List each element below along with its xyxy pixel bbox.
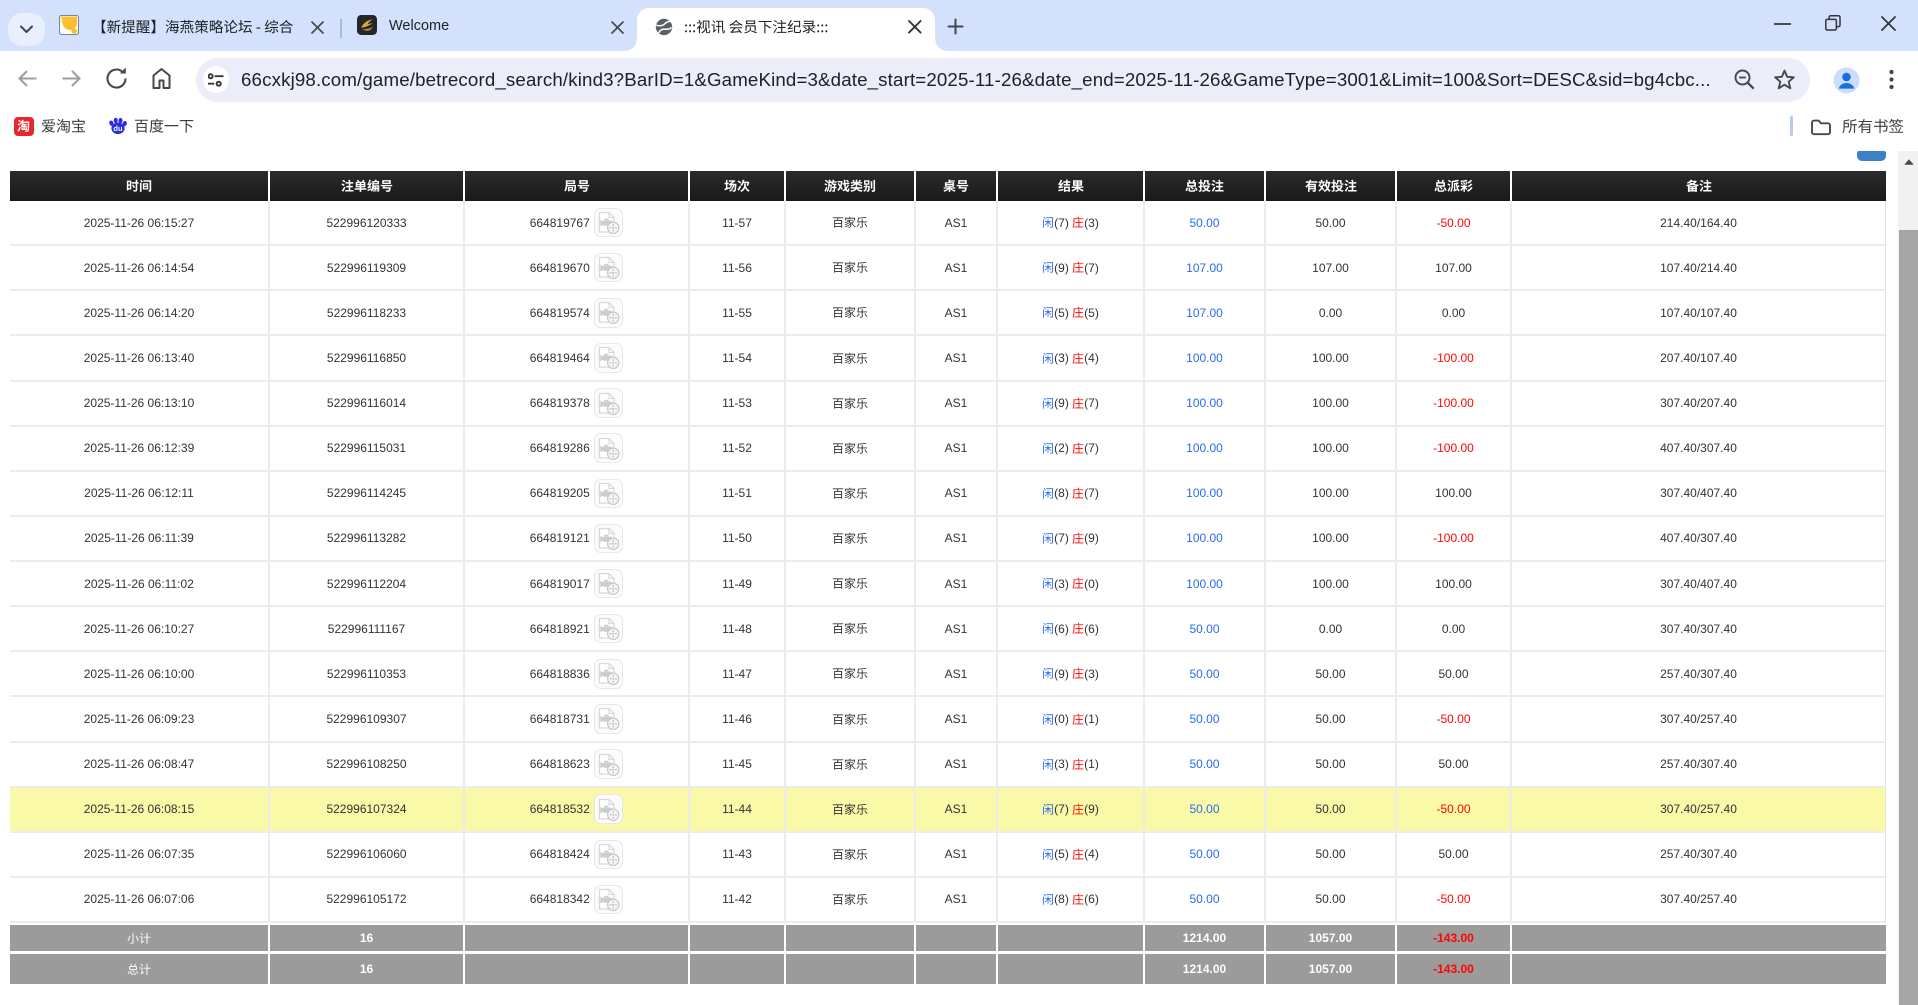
svg-text:du: du	[113, 124, 123, 133]
